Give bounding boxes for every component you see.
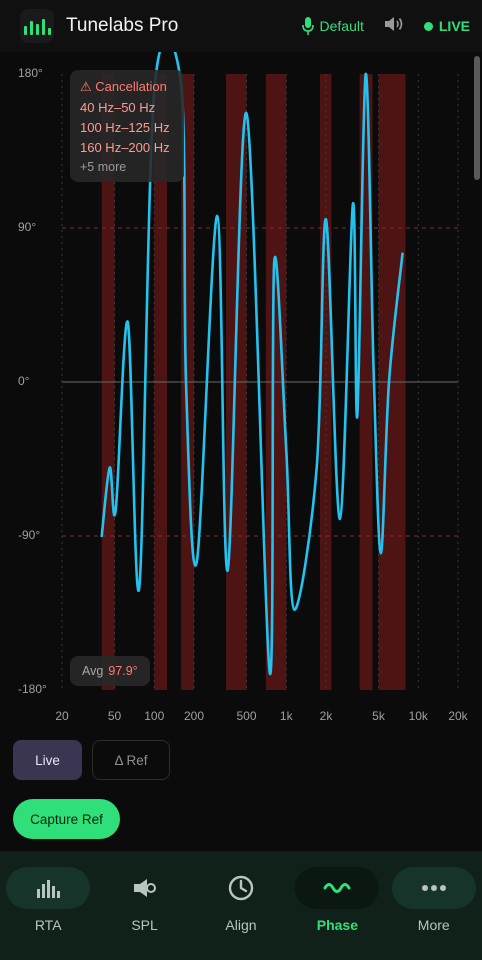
y-tick-label: 0° [18, 374, 30, 388]
x-tick-label: 50 [107, 709, 122, 723]
nav-label: Align [225, 917, 257, 933]
live-dot-icon [423, 21, 433, 31]
average-label: Avg [82, 664, 104, 678]
nav-label: More [417, 917, 450, 933]
average-badge: Avg 97.9° [70, 656, 150, 686]
speaker-icon[interactable] [384, 15, 406, 38]
y-tick-label: -90° [18, 528, 41, 542]
speaker-icon [133, 879, 156, 897]
input-label: Default [319, 18, 364, 34]
input-selector[interactable]: Default [301, 17, 364, 35]
x-tick-label: 100 [144, 709, 165, 723]
capture-ref-button[interactable]: Capture Ref [13, 799, 120, 839]
nav-item-phase[interactable]: Phase [293, 867, 381, 960]
x-tick-label: 1k [279, 709, 293, 723]
delta-ref-button[interactable]: Δ Ref [92, 740, 170, 780]
cancellation-panel: ⚠ Cancellation 40 Hz–50 Hz 100 Hz–125 Hz… [70, 70, 184, 182]
x-tick-label: 500 [236, 709, 257, 723]
cancellation-range: 100 Hz–125 Hz [80, 120, 170, 135]
x-tick-label: 200 [183, 709, 205, 723]
app-logo-icon [20, 9, 54, 43]
live-mode-button[interactable]: Live [13, 740, 82, 780]
x-tick-label: 5k [372, 709, 385, 723]
x-tick-label: 20k [448, 709, 468, 723]
nav-label: Phase [316, 917, 358, 933]
dots-icon [421, 885, 446, 891]
app-title: Tunelabs Pro [66, 15, 179, 36]
nav-item-align[interactable]: Align [197, 867, 285, 960]
nav-label: RTA [34, 917, 62, 933]
x-tick-label: 2k [319, 709, 333, 723]
bars-icon [37, 880, 61, 898]
bottom-nav: RTA SPL Align Phase More [0, 851, 482, 960]
nav-label: SPL [131, 917, 158, 933]
nav-item-rta[interactable]: RTA [4, 867, 92, 960]
average-value: 97.9° [108, 664, 138, 678]
y-tick-label: 90° [18, 220, 37, 234]
nav-item-more[interactable]: More [390, 867, 478, 960]
wave-icon [323, 883, 351, 893]
cancellation-title: ⚠ Cancellation [80, 79, 167, 94]
x-tick-label: 10k [408, 709, 428, 723]
clock-icon [228, 875, 254, 901]
cancellation-more[interactable]: +5 more [80, 160, 174, 174]
y-tick-label: -180° [18, 682, 47, 696]
app-bar: Tunelabs Pro Default LIVE [0, 0, 482, 52]
nav-item-spl[interactable]: SPL [101, 867, 189, 960]
live-label: LIVE [438, 18, 470, 34]
y-tick-label: 180° [18, 66, 43, 80]
scrollbar[interactable] [474, 56, 480, 180]
cancellation-range: 160 Hz–200 Hz [80, 140, 170, 155]
cancellation-range: 40 Hz–50 Hz [80, 100, 156, 115]
mic-icon [301, 17, 314, 35]
x-tick-label: 20 [55, 709, 69, 723]
live-status: LIVE [423, 18, 470, 34]
